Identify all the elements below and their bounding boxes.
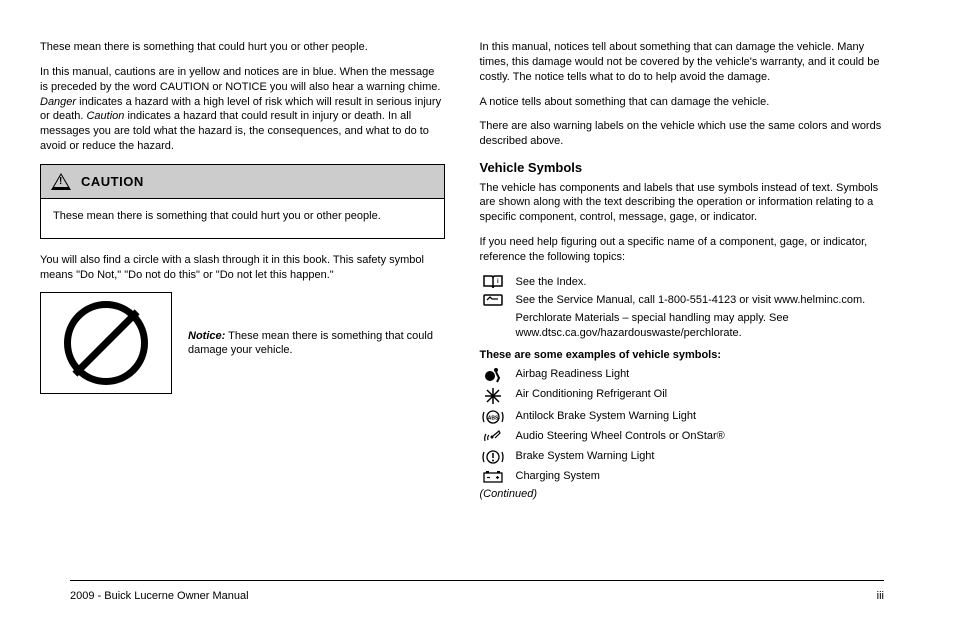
service-manual-icon — [480, 293, 506, 307]
caution-body: These mean there is something that could… — [41, 199, 444, 238]
svg-text:i: i — [497, 279, 499, 285]
battery-icon — [480, 469, 506, 483]
ref-label-2: Perchlorate Materials – special handling… — [516, 311, 885, 340]
ac-refrigerant-icon — [480, 387, 506, 405]
sym-row-4: Brake System Warning Light — [480, 449, 885, 465]
p2-caution: Caution — [86, 110, 124, 122]
audio-onstar-icon — [480, 429, 506, 445]
brake-warning-icon — [480, 449, 506, 465]
left-para-2: In this manual, cautions are in yellow a… — [40, 65, 445, 154]
sym-row-0: Airbag Readiness Light — [480, 367, 885, 383]
sym-label-0: Airbag Readiness Light — [516, 367, 885, 381]
caution-box: ! CAUTION These mean there is something … — [40, 164, 445, 239]
ref-label-1: See the Service Manual, call 1-800-551-4… — [516, 293, 885, 307]
ref-row-0: i See the Index. — [480, 275, 885, 289]
notice-body: These mean there is something that could… — [188, 330, 433, 357]
sym-label-3: Audio Steering Wheel Controls or OnStar® — [516, 429, 885, 443]
abs-icon: ABS — [480, 409, 506, 425]
sym-label-2: Antilock Brake System Warning Light — [516, 409, 885, 423]
svg-text:ABS: ABS — [487, 415, 498, 421]
heading-vehicle-symbols: Vehicle Symbols — [480, 159, 885, 177]
right-para-4: The vehicle has components and labels th… — [480, 181, 885, 226]
sym-row-3: Audio Steering Wheel Controls or OnStar® — [480, 429, 885, 445]
notice-text: Notice: These mean there is something th… — [188, 329, 445, 359]
heading-examples: These are some examples of vehicle symbo… — [480, 348, 885, 363]
right-para-1: In this manual, notices tell about somet… — [480, 40, 885, 85]
left-para-3: You will also find a circle with a slash… — [40, 253, 445, 283]
sym-row-1: Air Conditioning Refrigerant Oil — [480, 387, 885, 405]
sym-label-4: Brake System Warning Light — [516, 449, 885, 463]
ref-row-2: Perchlorate Materials – special handling… — [480, 311, 885, 340]
sym-label-5: Charging System — [516, 469, 885, 483]
sym-label-1: Air Conditioning Refrigerant Oil — [516, 387, 885, 401]
prohibition-icon — [64, 301, 148, 385]
warning-triangle-icon: ! — [51, 173, 71, 190]
caution-title: CAUTION — [81, 174, 144, 189]
ref-label-0: See the Index. — [516, 275, 885, 289]
continued-label: (Continued) — [480, 487, 885, 502]
page-number: iii — [877, 590, 884, 602]
p2-danger: Danger — [40, 96, 76, 108]
airbag-icon — [480, 367, 506, 383]
left-para-1: These mean there is something that could… — [40, 40, 445, 55]
p2-span1: In this manual, cautions are in yellow a… — [40, 66, 440, 93]
book-icon: i — [480, 275, 506, 289]
caution-header: ! CAUTION — [41, 165, 444, 199]
notice-label: Notice: — [188, 330, 225, 342]
right-para-3: There are also warning labels on the veh… — [480, 119, 885, 149]
right-para-2: A notice tells about something that can … — [480, 95, 885, 110]
footer-left: 2009 - Buick Lucerne Owner Manual — [70, 590, 249, 602]
sym-row-2: ABS Antilock Brake System Warning Light — [480, 409, 885, 425]
no-symbol-box — [40, 292, 172, 394]
notice-row: Notice: These mean there is something th… — [40, 292, 445, 394]
ref-row-1: See the Service Manual, call 1-800-551-4… — [480, 293, 885, 307]
sym-row-5: Charging System — [480, 469, 885, 483]
footer-divider — [70, 580, 884, 581]
right-para-5: If you need help figuring out a specific… — [480, 235, 885, 265]
